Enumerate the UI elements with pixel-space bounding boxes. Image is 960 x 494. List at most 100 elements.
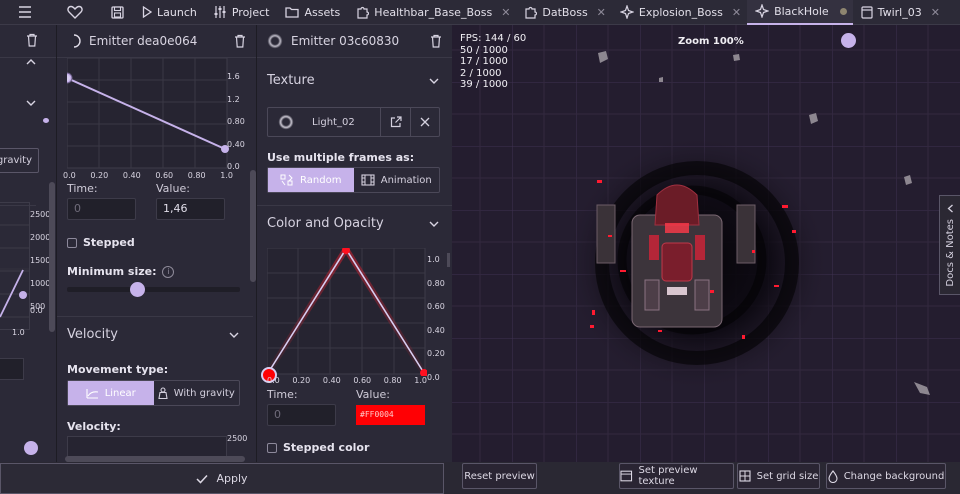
linear-option[interactable]: Linear — [68, 381, 154, 405]
tick: 1.0 — [414, 376, 427, 385]
external-link-icon — [390, 116, 402, 128]
tick: 2000 — [30, 233, 51, 242]
tab-twirl-03[interactable]: Twirl_03 ✕ — [853, 0, 946, 25]
stepped-color-label: Stepped color — [283, 441, 370, 454]
slider-knob[interactable] — [24, 441, 38, 455]
launch-button[interactable]: Launch — [134, 0, 205, 25]
stepped-color-checkbox[interactable]: Stepped color — [267, 441, 369, 454]
curve-x-ticks: 0.0 0.20 0.40 0.60 0.80 1.0 — [267, 376, 427, 385]
emitter-panel-dea0e064: Emitter dea0e064 1.6 1.2 0.80 0.40 0.0 0… — [56, 25, 256, 462]
tick: 0.40 — [427, 325, 445, 335]
set-grid-size-button[interactable]: Set grid size — [737, 463, 820, 489]
emitter-header: Emitter 03c60830 — [257, 25, 452, 58]
size-curve-editor[interactable] — [61, 57, 229, 169]
tick: 0.40 — [227, 139, 245, 149]
chevron-down-icon — [229, 332, 239, 338]
curve-handle[interactable] — [19, 291, 27, 299]
texture-picker: Light_02 — [267, 107, 440, 137]
clear-texture-button[interactable] — [411, 108, 439, 136]
min-size-slider[interactable] — [67, 287, 240, 292]
preview-viewport[interactable]: FPS: 144 / 60 50 / 1000 17 / 1000 2 / 10… — [452, 25, 960, 462]
chevron-down-icon[interactable] — [26, 97, 36, 110]
linear-chart-icon — [86, 388, 98, 399]
curve-y-ticks: 1.0 0.80 0.60 0.40 0.20 0.0 — [427, 248, 445, 390]
value-input[interactable]: 1,46 — [156, 198, 225, 220]
reset-preview-button[interactable]: Reset preview — [462, 463, 537, 489]
value-input-clipped[interactable] — [0, 358, 24, 380]
tick: 0.60 — [427, 302, 445, 312]
with-gravity-label: With gravity — [173, 387, 235, 399]
tick: 0.60 — [155, 171, 174, 180]
random-option[interactable]: Random — [268, 168, 354, 192]
docs-notes-tab[interactable]: Docs & Notes — [939, 195, 960, 295]
time-input[interactable]: 0 — [267, 404, 336, 426]
random-label: Random — [300, 174, 342, 186]
tick: 0.0 — [267, 376, 280, 385]
set-preview-texture-button[interactable]: Set preview texture — [619, 463, 734, 489]
heart-icon[interactable] — [50, 0, 100, 25]
trash-icon[interactable] — [26, 33, 38, 50]
multi-frames-label: Use multiple frames as: — [267, 151, 415, 164]
film-icon — [361, 174, 375, 186]
trash-icon[interactable] — [430, 34, 442, 48]
change-background-button[interactable]: Change background — [826, 463, 946, 489]
scrollbar[interactable] — [49, 182, 55, 332]
tab-blackhole[interactable]: BlackHole — [747, 0, 853, 25]
splitter-handle[interactable] — [447, 253, 450, 267]
slider-knob[interactable] — [130, 282, 145, 297]
color-curve-editor[interactable] — [265, 243, 428, 379]
checkbox-box[interactable] — [267, 442, 277, 453]
tab-healthbar-base-boss[interactable]: Healthbar_Base_Boss ✕ — [348, 0, 516, 25]
chevron-up-icon[interactable] — [26, 56, 36, 69]
close-icon[interactable]: ✕ — [597, 6, 606, 19]
info-icon[interactable]: i — [162, 265, 175, 278]
tab-explosion-boss[interactable]: Explosion_Boss ✕ — [612, 0, 747, 25]
unsaved-dot-icon — [839, 7, 847, 15]
close-icon[interactable]: ✕ — [501, 6, 510, 19]
color-value-swatch[interactable]: #FF0004 — [356, 405, 425, 425]
x-tick-end: 1.0 — [12, 328, 25, 337]
shuffle-icon — [280, 174, 293, 186]
menu-icon[interactable] — [0, 0, 50, 25]
time-input[interactable]: 0 — [67, 198, 136, 220]
gravity-button[interactable]: gravity — [0, 148, 39, 173]
tick: 0.40 — [122, 171, 141, 180]
tick: 0.0 — [427, 372, 440, 382]
set-preview-texture-label: Set preview texture — [638, 465, 698, 487]
animation-label: Animation — [380, 174, 432, 186]
stepped-checkbox[interactable]: Stepped — [67, 236, 135, 249]
velocity-section-header[interactable]: Velocity — [67, 327, 239, 342]
stat-line: 50 / 1000 — [460, 44, 508, 56]
trash-icon[interactable] — [234, 34, 246, 48]
perf-stats: FPS: 144 / 60 50 / 1000 17 / 1000 2 / 10… — [460, 33, 526, 91]
tick: 0.80 — [227, 117, 245, 126]
checkbox-box[interactable] — [67, 237, 77, 248]
apply-button[interactable]: Apply — [0, 463, 444, 494]
animation-option[interactable]: Animation — [354, 168, 440, 192]
fps-readout: FPS: 144 / 60 — [460, 33, 527, 44]
tick: 0.20 — [90, 171, 109, 180]
project-button[interactable]: Project — [205, 0, 278, 25]
close-icon — [420, 117, 430, 127]
with-gravity-option[interactable]: With gravity — [154, 381, 240, 405]
close-icon[interactable]: ✕ — [732, 6, 741, 19]
sliders-icon — [214, 6, 226, 18]
reset-preview-label: Reset preview — [464, 470, 535, 482]
stat-line: 17 / 1000 — [460, 56, 508, 67]
color-opacity-section-header[interactable]: Color and Opacity — [267, 216, 439, 231]
image-frame-icon — [620, 470, 633, 482]
assets-button[interactable]: Assets — [277, 0, 348, 25]
tab-datboss[interactable]: DatBoss ✕ — [516, 0, 611, 25]
texture-section-header[interactable]: Texture — [267, 73, 439, 88]
set-grid-size-label: Set grid size — [756, 470, 819, 482]
save-icon[interactable] — [100, 0, 134, 25]
size-curve-editor[interactable] — [0, 202, 30, 330]
tick: 0.40 — [322, 376, 341, 385]
open-texture-button[interactable] — [381, 108, 411, 136]
close-icon[interactable]: ✕ — [931, 6, 940, 19]
emitter-title[interactable]: Emitter dea0e064 — [89, 34, 234, 48]
zoom-slider-knob[interactable] — [841, 33, 856, 48]
texture-select[interactable]: Light_02 — [268, 108, 381, 136]
emitter-header: Emitter dea0e064 — [57, 25, 256, 58]
emitter-title[interactable]: Emitter 03c60830 — [291, 34, 430, 48]
